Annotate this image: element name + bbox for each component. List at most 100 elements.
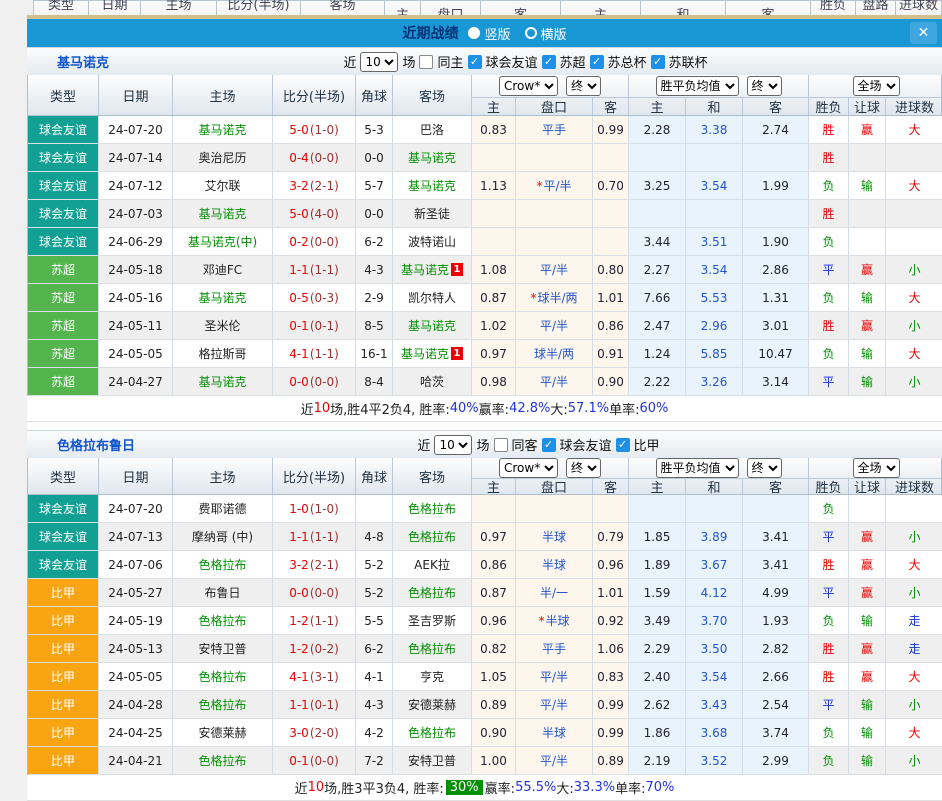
euro-home-odds	[628, 495, 685, 523]
matches-count-select[interactable]: 10	[434, 435, 472, 455]
date-cell: 24-04-28	[98, 691, 172, 719]
scope-select[interactable]: 全场	[853, 76, 900, 96]
euro-state-select[interactable]: 终	[747, 458, 782, 478]
date-cell: 24-05-18	[98, 256, 172, 284]
score-cell: 1-1(1-1)	[272, 523, 355, 551]
away-team[interactable]: 基马诺克	[408, 177, 456, 194]
home-team[interactable]: 基马诺克	[198, 205, 246, 222]
match-row: 苏超24-05-16基马诺克0-5(0-3)2-9凯尔特人0.87*球半/两1.…	[28, 284, 941, 312]
asia-state-select[interactable]: 终	[566, 76, 601, 96]
column-header-1: 日期	[98, 75, 172, 115]
close-icon[interactable]: ✕	[910, 22, 937, 44]
bg-header-cell: 类型	[33, 0, 88, 15]
away-team: 哈茨	[420, 373, 444, 390]
home-team[interactable]: 基马诺克(中)	[188, 233, 257, 250]
result-handicap	[848, 200, 885, 228]
asia-home-odds: 1.02	[471, 312, 515, 340]
euro-state-select[interactable]: 终	[747, 76, 782, 96]
away-team-cell: 色格拉布	[392, 523, 471, 551]
league-filter-checkbox-0[interactable]: ✓	[542, 438, 556, 452]
league-filter-checkbox-0[interactable]: ✓	[468, 55, 482, 69]
match-row: 苏超24-04-27基马诺克0-0(0-0)8-4哈茨0.98平/半0.902.…	[28, 368, 941, 396]
sub-column-header-6: 胜负	[808, 478, 848, 494]
result-handicap	[848, 495, 885, 523]
halftime-score: (0-0)	[310, 151, 339, 165]
type-badge: 比甲	[28, 579, 98, 607]
halftime-score: (1-1)	[310, 530, 339, 544]
euro-odds-controls: 胜平负均值终	[628, 75, 808, 97]
same-venue-label: 同主	[437, 52, 463, 71]
home-team[interactable]: 色格拉布	[198, 696, 246, 713]
fulltime-score: 0-4	[289, 151, 309, 165]
euro-home-odds: 2.28	[628, 116, 685, 144]
same-venue-checkbox[interactable]	[419, 55, 433, 69]
radio-vertical-layout[interactable]: 竖版	[468, 24, 510, 43]
away-team[interactable]: 色格拉布	[408, 724, 456, 741]
handicap-changed-marker: *	[530, 291, 536, 305]
away-team[interactable]: 基马诺克	[408, 317, 456, 334]
away-team-cell: AEK拉	[392, 551, 471, 579]
away-team[interactable]: 色格拉布	[408, 528, 456, 545]
matches-count-select[interactable]: 10	[360, 52, 398, 72]
bg-header-cell: 盘路	[855, 0, 895, 15]
corner-cell: 16-1	[355, 340, 392, 368]
fulltime-score: 1-1	[289, 263, 309, 277]
bookmaker-select[interactable]: Crow*	[499, 458, 558, 478]
result-goals: 大	[885, 663, 942, 691]
euro-draw-odds: 3.70	[685, 607, 742, 635]
home-team[interactable]: 色格拉布	[198, 612, 246, 629]
result-goals	[885, 144, 942, 172]
euro-home-odds: 1.89	[628, 551, 685, 579]
euro-home-odds: 3.25	[628, 172, 685, 200]
score-cell: 3-0(2-0)	[272, 719, 355, 747]
radio-unselected-icon[interactable]	[525, 27, 537, 39]
euro-type-select[interactable]: 胜平负均值	[656, 458, 739, 478]
sub-column-header-5: 客	[742, 97, 808, 115]
euro-type-select[interactable]: 胜平负均值	[656, 76, 739, 96]
scope-select[interactable]: 全场	[853, 458, 900, 478]
asia-state-select[interactable]: 终	[566, 458, 601, 478]
summary-segment: 大:	[556, 778, 573, 797]
fulltime-score: 4-1	[289, 347, 309, 361]
euro-home-odds: 2.47	[628, 312, 685, 340]
bookmaker-select[interactable]: Crow*	[499, 76, 558, 96]
away-team[interactable]: 基马诺克	[408, 149, 456, 166]
score-cell: 4-1(1-1)	[272, 340, 355, 368]
away-team[interactable]: 色格拉布	[408, 640, 456, 657]
home-team-cell: 费耶诺德	[172, 495, 272, 523]
radio-selected-icon[interactable]	[468, 27, 480, 39]
score-cell: 4-1(3-1)	[272, 663, 355, 691]
sub-column-header-1: 盘口	[515, 97, 592, 115]
league-filter-checkbox-1[interactable]: ✓	[542, 55, 556, 69]
away-team[interactable]: 色格拉布	[408, 500, 456, 517]
home-team[interactable]: 基马诺克	[198, 121, 246, 138]
league-filter-checkbox-3[interactable]: ✓	[651, 55, 665, 69]
away-team[interactable]: 色格拉布	[408, 584, 456, 601]
type-badge: 球会友谊	[28, 228, 98, 256]
radio-horizontal-layout[interactable]: 横版	[525, 24, 567, 43]
home-team[interactable]: 色格拉布	[198, 556, 246, 573]
home-team[interactable]: 基马诺克	[198, 289, 246, 306]
home-team[interactable]: 色格拉布	[198, 752, 246, 769]
date-cell: 24-07-06	[98, 551, 172, 579]
summary-segment: 赢率:	[485, 778, 515, 797]
result-goals: 小	[885, 691, 942, 719]
home-team-cell: 邓迪FC	[172, 256, 272, 284]
league-filter-checkbox-2[interactable]: ✓	[590, 55, 604, 69]
fulltime-score: 1-0	[289, 502, 309, 516]
home-team-cell: 色格拉布	[172, 663, 272, 691]
home-team[interactable]: 基马诺克	[198, 373, 246, 390]
halftime-score: (1-0)	[310, 502, 339, 516]
same-venue-checkbox[interactable]	[494, 438, 508, 452]
away-team[interactable]: 基马诺克	[401, 261, 449, 278]
result-goals: 小	[885, 523, 942, 551]
type-badge: 比甲	[28, 607, 98, 635]
result-wdl: 平	[808, 691, 848, 719]
type-badge: 球会友谊	[28, 200, 98, 228]
league-filter-checkbox-1[interactable]: ✓	[616, 438, 630, 452]
score-cell: 0-0(0-0)	[272, 579, 355, 607]
away-team[interactable]: 基马诺克	[401, 345, 449, 362]
home-team[interactable]: 色格拉布	[198, 668, 246, 685]
away-team-cell: 巴洛	[392, 116, 471, 144]
euro-draw-odds	[685, 495, 742, 523]
